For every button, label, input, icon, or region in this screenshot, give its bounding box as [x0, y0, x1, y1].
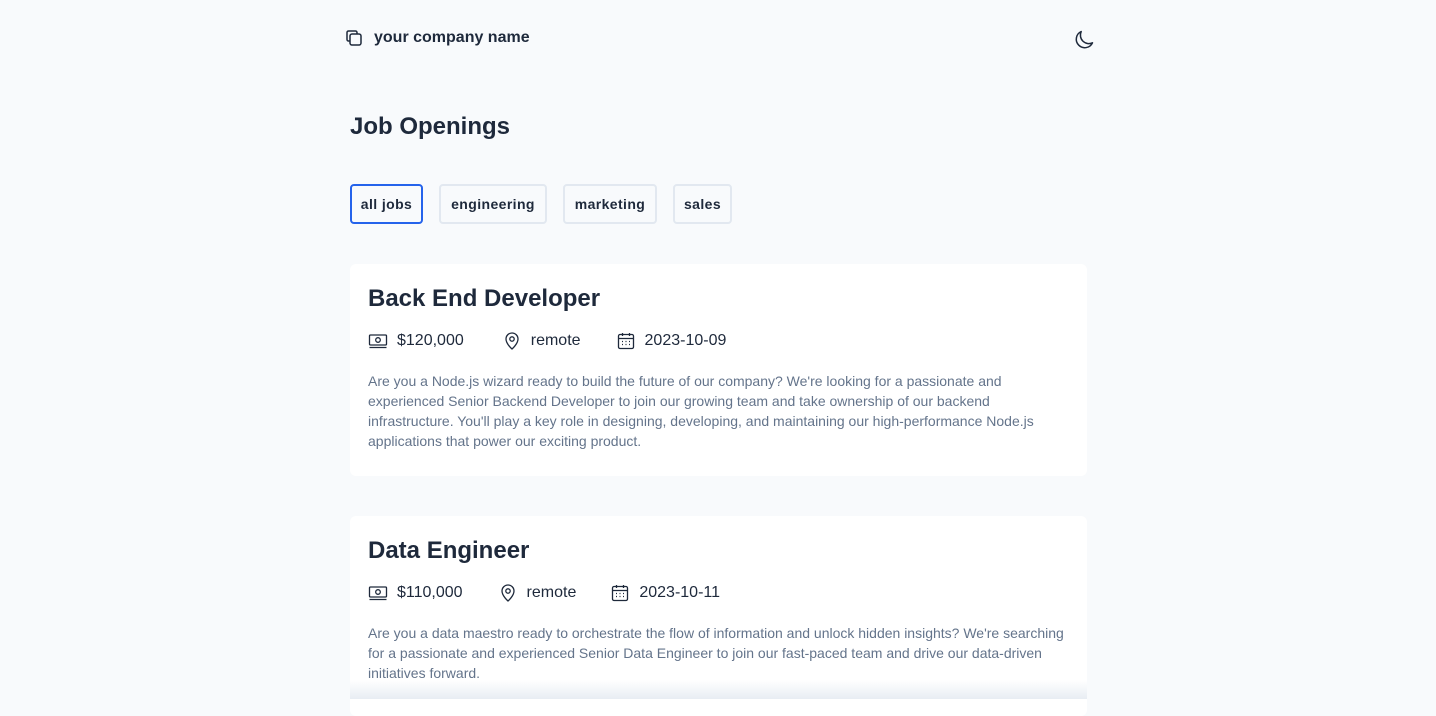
- salary: $110,000: [368, 583, 463, 603]
- date-value: 2023-10-11: [639, 584, 720, 601]
- calendar-icon: [617, 333, 634, 350]
- job-title: Data Engineer: [368, 537, 530, 564]
- theme-toggle-button[interactable]: [1072, 28, 1096, 52]
- scroll-fade: [350, 680, 1087, 699]
- map-pin-icon: [505, 332, 519, 350]
- company-name: your company name: [374, 29, 530, 46]
- job-title: Back End Developer: [368, 285, 601, 312]
- map-pin-icon: [500, 584, 515, 602]
- banknote-icon: [368, 334, 388, 349]
- location: remote: [498, 583, 577, 603]
- job-card[interactable]: Back End Developer $120,000 remote 2023-…: [350, 264, 1087, 476]
- filter-engineering-button[interactable]: engineering: [439, 184, 547, 224]
- calendar-icon: [612, 585, 629, 602]
- job-meta: $110,000 remote 2023-10-11: [368, 581, 1069, 605]
- brand-link[interactable]: your company name: [344, 28, 530, 48]
- location: remote: [502, 331, 581, 351]
- location-value: remote: [526, 584, 577, 601]
- salary: $120,000: [368, 331, 464, 351]
- filter-all-jobs-button[interactable]: all jobs: [350, 184, 423, 224]
- salary-value: $110,000: [397, 584, 463, 601]
- filter-marketing-button[interactable]: marketing: [563, 184, 657, 224]
- job-description: Are you a data maestro ready to orchestr…: [368, 625, 1064, 681]
- banknote-icon: [368, 586, 388, 601]
- location-value: remote: [530, 332, 581, 349]
- moon-icon: [1072, 30, 1096, 56]
- salary-value: $120,000: [397, 332, 464, 349]
- filter-sales-button[interactable]: sales: [673, 184, 732, 224]
- job-meta: $120,000 remote 2023-10-09: [368, 329, 1069, 353]
- date-value: 2023-10-09: [644, 332, 727, 349]
- copy-icon: [344, 28, 364, 48]
- page-title: Job Openings: [350, 113, 511, 140]
- site-header: your company name: [344, 28, 1096, 54]
- job-description: Are you a Node.js wizard ready to build …: [368, 373, 1034, 449]
- posted-date: 2023-10-09: [616, 331, 727, 351]
- posted-date: 2023-10-11: [610, 583, 720, 603]
